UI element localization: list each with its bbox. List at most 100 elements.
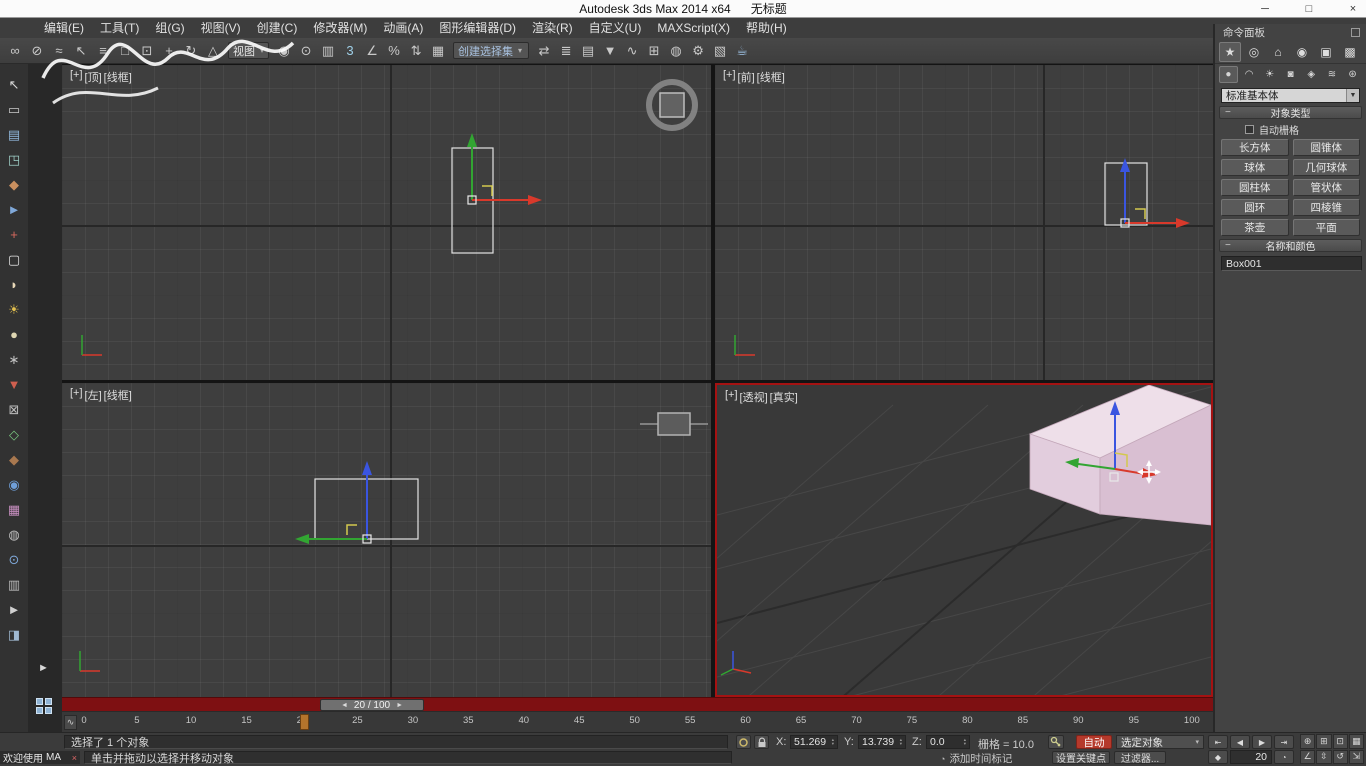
menu-item[interactable]: 帮助(H) [738,18,795,38]
category-spacewarps-icon[interactable]: ≋ [1323,66,1342,83]
viewport-perspective[interactable]: [+] [透视] [真实] [715,383,1213,697]
hammer-tool-icon[interactable]: ⊠ [2,397,26,422]
zoom-icon[interactable]: ⊕ [1300,734,1315,749]
viewport-menu-shading[interactable]: [线框] [104,387,132,403]
object-name-field[interactable] [1221,256,1362,271]
key-filters-button[interactable]: 过滤器... [1114,751,1166,764]
menu-item[interactable]: 渲染(R) [524,18,581,38]
primitive-type-dropdown[interactable]: 标准基本体 ▼ [1221,88,1360,103]
category-geometry-icon[interactable]: ● [1219,66,1238,83]
menu-item[interactable]: 修改器(M) [305,18,375,38]
arrow-tool-icon[interactable]: ► [2,197,26,222]
z-coordinate-field[interactable]: 0.0 ▴▾ [926,735,970,749]
graphite-ribbon-icon[interactable]: ▼ [599,40,621,62]
angle-snap-icon[interactable]: ∠ [361,40,383,62]
viewport-menu-view[interactable]: [顶] [85,69,102,85]
snap-toggle-icon[interactable]: 3 [339,40,361,62]
tab-create[interactable]: ★ [1219,42,1241,62]
orbit-icon[interactable]: ↺ [1333,750,1348,765]
menu-item[interactable]: 自定义(U) [581,18,650,38]
category-lights-icon[interactable]: ☀ [1260,66,1279,83]
disc-tool-icon[interactable]: ◍ [2,522,26,547]
schematic-view-icon[interactable]: ⊞ [643,40,665,62]
plane-tool-icon[interactable]: ▢ [2,247,26,272]
primitive-button[interactable]: 圆环 [1221,199,1289,216]
primitive-button[interactable]: 几何球体 [1293,159,1361,176]
close-button[interactable]: × [1346,3,1360,15]
key-mode-toggle-icon[interactable]: ◆ [1208,750,1228,764]
align-icon[interactable]: ≣ [555,40,577,62]
select-and-link-icon[interactable]: ∞ [4,40,26,62]
viewport-top[interactable]: [+] [顶] [线框] [62,65,711,380]
window-crossing-icon[interactable]: ⊡ [136,40,158,62]
viewport-front[interactable]: [+] [前] [线框] [715,65,1213,380]
wood-tool-icon[interactable]: ◆ [2,447,26,472]
auto-key-button[interactable]: 自动 [1076,735,1112,749]
time-slider-track[interactable]: ◄ 20 / 100 ► [62,697,1213,711]
viewport-menu-plus[interactable]: [+] [723,69,736,85]
mirror-icon[interactable]: ⇄ [533,40,555,62]
edit-named-selection-sets-icon[interactable]: ▦ [427,40,449,62]
time-configuration-icon[interactable]: ◔ [1274,750,1294,764]
spinner-icon[interactable]: ▴▾ [832,738,834,746]
select-by-name-icon[interactable]: ≡ [92,40,114,62]
move-gizmo[interactable] [467,133,542,205]
menu-item[interactable]: 视图(V) [193,18,249,38]
x-coordinate-field[interactable]: 51.269 ▴▾ [790,735,838,749]
use-pivot-center-icon[interactable]: ◉ [273,40,295,62]
palette-tool-icon[interactable]: ▦ [2,497,26,522]
tab-utilities[interactable]: ▩ [1339,42,1361,62]
layout-expand-icon[interactable]: ► [38,662,49,674]
viewport-menu-plus[interactable]: [+] [70,387,83,403]
select-and-manipulate-icon[interactable]: ⊙ [295,40,317,62]
primitive-button[interactable]: 平面 [1293,219,1361,236]
isolate-selection-icon[interactable] [736,735,751,749]
name-color-rollout[interactable]: − 名称和颜色 [1219,239,1362,252]
minimize-button[interactable]: ─ [1258,3,1272,15]
mini-curve-editor-icon[interactable]: ∿ [64,715,77,730]
primitive-button[interactable]: 球体 [1221,159,1289,176]
viewport-menu-view[interactable]: [前] [738,69,755,85]
percent-snap-icon[interactable]: % [383,40,405,62]
orbit-tool-icon[interactable]: ⊙ [2,547,26,572]
primitive-button[interactable]: 长方体 [1221,139,1289,156]
select-object-icon[interactable]: ↖ [70,40,92,62]
render-setup-icon[interactable]: ⚙ [687,40,709,62]
spinner-icon[interactable]: ▴▾ [900,738,902,746]
bind-to-space-warp-icon[interactable]: ≈ [48,40,70,62]
sphere-tool-icon[interactable]: ● [2,322,26,347]
viewport-left[interactable]: [+] [左] [线框] [62,383,711,697]
current-frame-marker[interactable] [300,714,309,730]
menu-item[interactable]: 图形编辑器(D) [431,18,524,38]
add-time-tag[interactable]: ◔ 添加时间标记 [940,751,1012,766]
box-object[interactable] [1030,385,1211,525]
close-icon[interactable]: × [72,753,77,763]
layer-manager-icon[interactable]: ▤ [577,40,599,62]
curve-editor-icon[interactable]: ∿ [621,40,643,62]
target-tool-icon[interactable]: ◉ [2,472,26,497]
select-tool-icon[interactable]: ↖ [2,72,26,97]
rectangle-tool-icon[interactable]: ▭ [2,97,26,122]
track-bar[interactable]: ∿ 05101520253035404550556065707580859095… [62,711,1213,732]
viewport-menu-shading[interactable]: [线框] [757,69,785,85]
y-coordinate-field[interactable]: 13.739 ▴▾ [858,735,906,749]
keyboard-override-icon[interactable]: ▥ [317,40,339,62]
category-helpers-icon[interactable]: ◈ [1302,66,1321,83]
viewport-menu-view[interactable]: [左] [85,387,102,403]
welcome-button[interactable]: 欢迎使用 MA × [0,751,80,764]
primitive-button[interactable]: 圆锥体 [1293,139,1361,156]
autogrid-checkbox[interactable] [1245,125,1254,134]
named-selection-sets-dropdown[interactable]: 创建选择集 ▾ [453,42,529,59]
drop-tool-icon[interactable]: ▼ [2,372,26,397]
menu-item[interactable]: 动画(A) [375,18,431,38]
container-tool-icon[interactable]: ◳ [2,147,26,172]
list-tool-icon[interactable]: ▥ [2,572,26,597]
viewport-menu-shading[interactable]: [真实] [770,389,798,405]
fov-icon[interactable]: ∠ [1300,750,1315,765]
tab-hierarchy[interactable]: ⌂ [1267,42,1289,62]
pan-icon[interactable]: ⇳ [1316,750,1331,765]
arc-tool-icon[interactable]: ◗ [2,272,26,297]
category-systems-icon[interactable]: ⊛ [1343,66,1362,83]
unlink-selection-icon[interactable]: ⊘ [26,40,48,62]
layers-tool-icon[interactable]: ▤ [2,122,26,147]
